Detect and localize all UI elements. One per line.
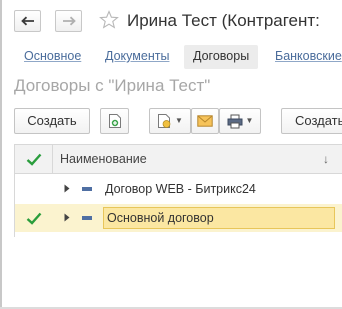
window-left-border bbox=[0, 0, 2, 309]
send-email-button[interactable] bbox=[191, 108, 219, 134]
checkmark-icon bbox=[26, 153, 41, 166]
tab-contracts[interactable]: Договоры bbox=[184, 45, 259, 69]
table-header: Наименование ↓ bbox=[15, 145, 342, 174]
window-title: Ирина Тест (Контрагент: bbox=[127, 11, 320, 30]
chevron-down-icon: ▼ bbox=[245, 116, 254, 125]
print-forms-dropdown[interactable]: ▼ bbox=[149, 108, 191, 134]
column-header-name[interactable]: Наименование bbox=[60, 145, 147, 173]
header-check-column[interactable] bbox=[15, 145, 53, 173]
tab-bank-accounts[interactable]: Банковские bbox=[275, 45, 342, 69]
arrow-right-icon bbox=[62, 16, 76, 26]
checkmark-icon bbox=[26, 212, 41, 225]
tab-main[interactable]: Основное bbox=[24, 45, 81, 69]
forward-button[interactable] bbox=[55, 10, 82, 32]
tab-documents[interactable]: Документы bbox=[105, 45, 169, 69]
row-check-cell[interactable] bbox=[15, 204, 52, 232]
star-outline-icon bbox=[99, 10, 119, 29]
chevron-down-icon: ▼ bbox=[175, 116, 183, 125]
item-element-icon bbox=[82, 187, 92, 191]
back-button[interactable] bbox=[14, 10, 41, 32]
print-dropdown[interactable]: ▼ bbox=[219, 108, 261, 134]
favorite-button[interactable] bbox=[98, 9, 120, 36]
document-print-list-icon bbox=[158, 114, 171, 128]
envelope-icon bbox=[197, 115, 213, 127]
row-name-cell[interactable]: Договор WEB - Битрикс24 bbox=[105, 175, 256, 203]
create-copy-button[interactable] bbox=[100, 108, 129, 134]
create-copy-icon bbox=[108, 114, 121, 128]
row-check-cell[interactable] bbox=[15, 175, 52, 203]
create-button[interactable]: Создать bbox=[14, 108, 90, 134]
table-row[interactable]: Договор WEB - Битрикс24 bbox=[15, 175, 342, 203]
expand-arrow-icon[interactable] bbox=[64, 213, 70, 222]
arrow-left-icon bbox=[20, 16, 34, 26]
contracts-table: Наименование ↓ Договор WEB - Битрикс24 О… bbox=[14, 144, 342, 237]
printer-icon bbox=[227, 114, 243, 128]
row-name-cell[interactable]: Основной договор bbox=[103, 207, 335, 229]
expand-arrow-icon[interactable] bbox=[64, 184, 70, 193]
sort-down-arrow-icon[interactable]: ↓ bbox=[323, 152, 329, 166]
list-title: Договоры с "Ирина Тест" bbox=[14, 76, 211, 95]
create-based-on-button[interactable]: Создать bbox=[281, 108, 342, 134]
item-element-icon bbox=[82, 216, 92, 220]
table-row-selected[interactable]: Основной договор bbox=[15, 204, 342, 232]
